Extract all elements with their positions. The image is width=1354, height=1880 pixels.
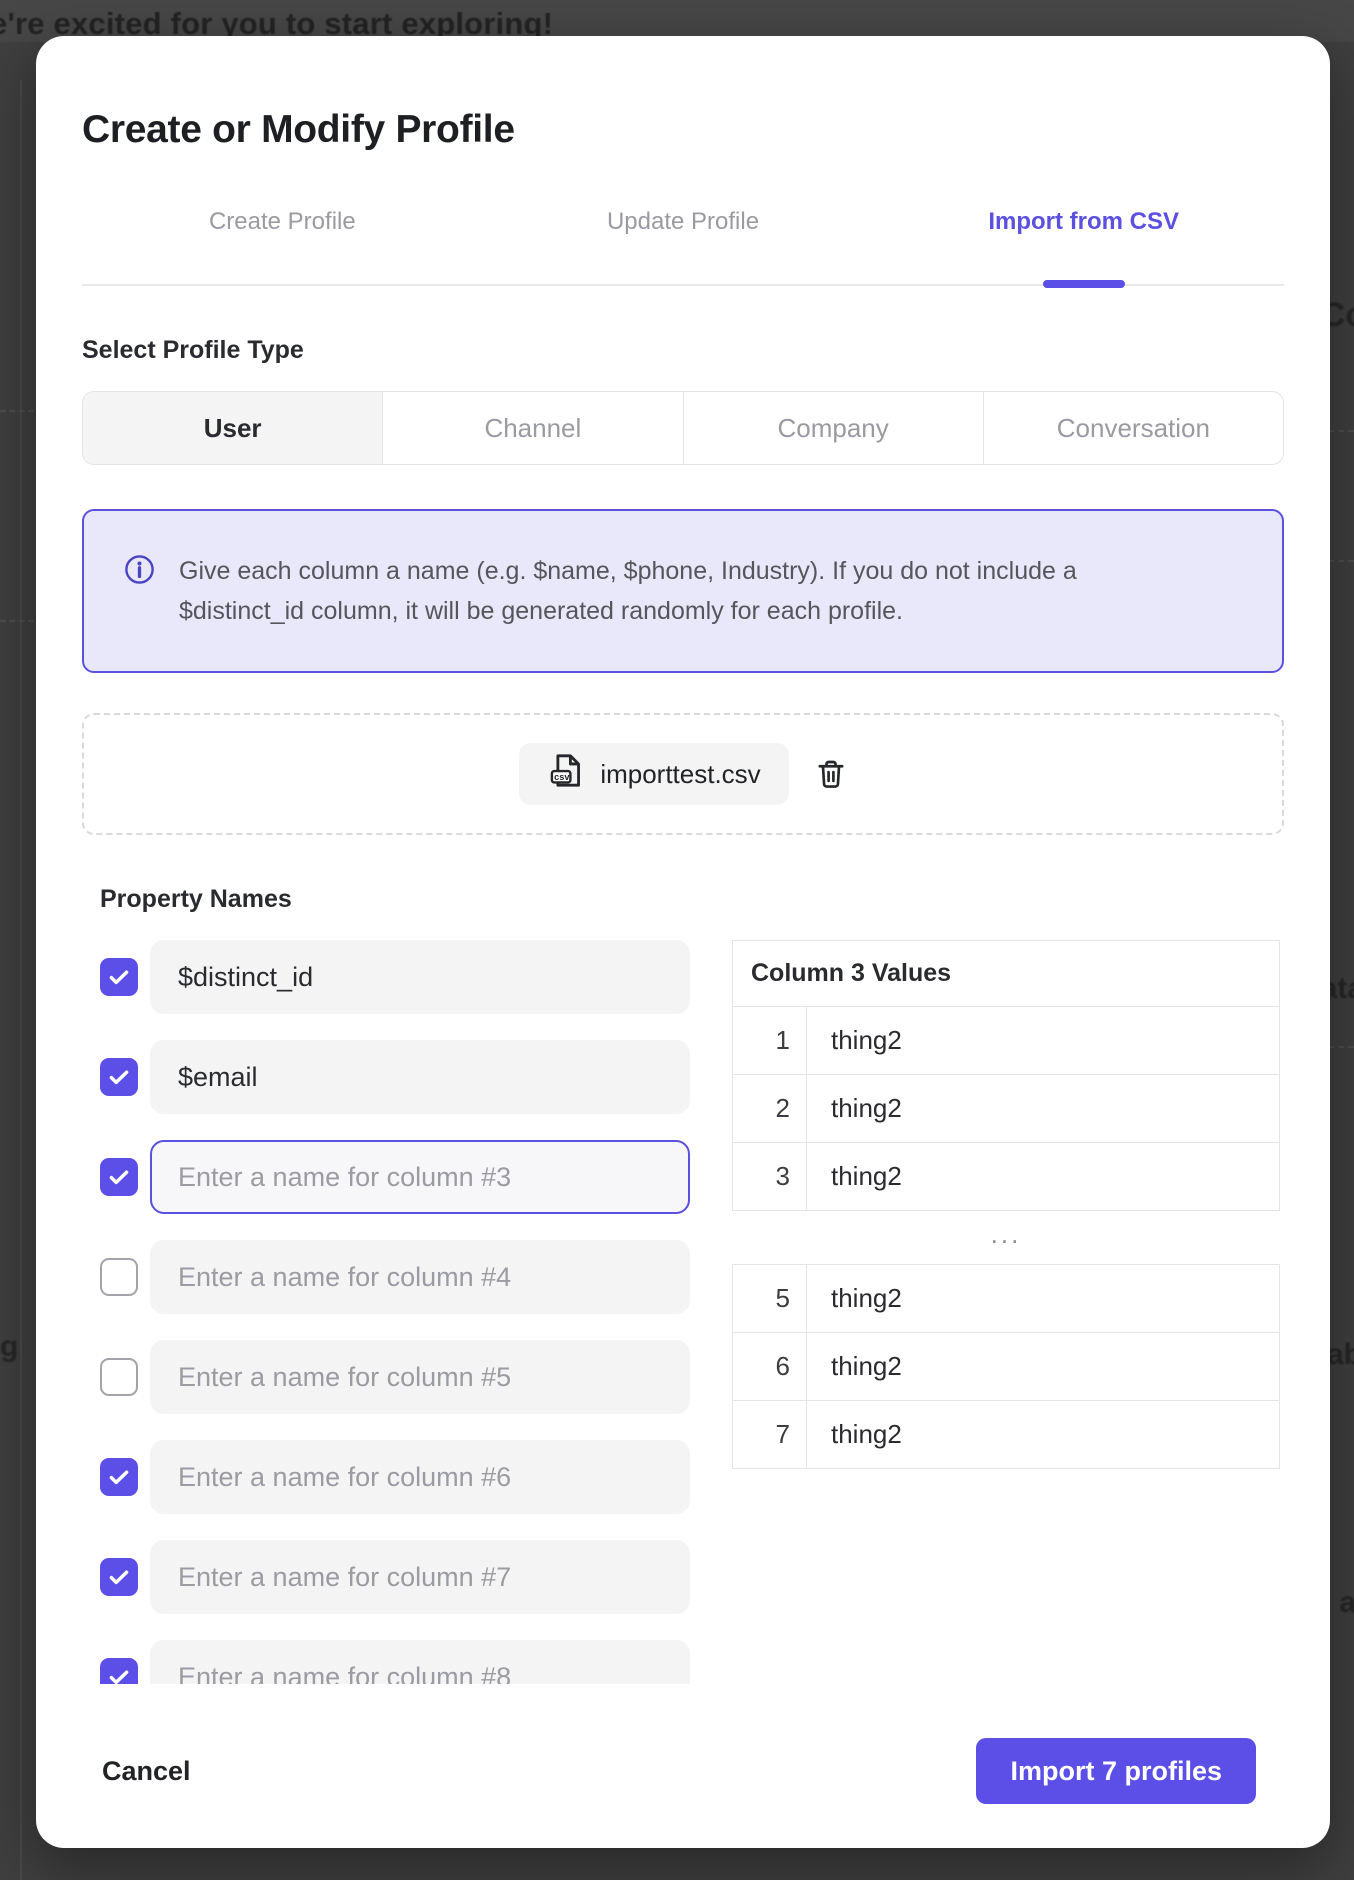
create-or-modify-profile-modal: Create or Modify Profile Create Profile … — [36, 36, 1330, 1848]
profile-type-channel[interactable]: Channel — [382, 392, 682, 464]
column-4-name-input[interactable] — [150, 1240, 690, 1314]
column-5-checkbox[interactable] — [100, 1358, 138, 1396]
modal-footer: Cancel Import 7 profiles — [82, 1738, 1284, 1804]
values-table-header: Column 3 Values — [733, 941, 1280, 1007]
dimmed-fragment: a — [1339, 1586, 1354, 1620]
dimmed-page-line — [0, 620, 34, 622]
column-values-preview: Column 3 Values 1 thing2 2 thing2 3 thin… — [732, 940, 1280, 1684]
property-row-5 — [100, 1340, 690, 1414]
cancel-button[interactable]: Cancel — [102, 1756, 191, 1787]
property-row-8 — [100, 1640, 690, 1684]
row-value: thing2 — [807, 1265, 1280, 1333]
uploaded-file-chip: csv importtest.csv — [519, 743, 788, 805]
csv-file-icon: csv — [547, 752, 584, 796]
tab-create-profile[interactable]: Create Profile — [82, 208, 483, 284]
profile-type-segmented-control: User Channel Company Conversation — [82, 391, 1284, 465]
column-4-checkbox[interactable] — [100, 1258, 138, 1296]
property-row-7 — [100, 1540, 690, 1614]
column-1-checkbox[interactable] — [100, 958, 138, 996]
info-icon — [124, 554, 155, 590]
property-row-3 — [100, 1140, 690, 1214]
modal-tab-bar: Create Profile Update Profile Import fro… — [82, 208, 1284, 286]
row-index: 7 — [733, 1401, 807, 1469]
uploaded-file-name: importtest.csv — [600, 759, 760, 790]
delete-file-trash-icon[interactable] — [815, 758, 847, 790]
column-5-name-input[interactable] — [150, 1340, 690, 1414]
property-row-6 — [100, 1440, 690, 1514]
rows-ellipsis: ... — [732, 1211, 1280, 1264]
table-row: 3 thing2 — [733, 1143, 1280, 1211]
svg-text:csv: csv — [554, 772, 570, 782]
row-value: thing2 — [807, 1333, 1280, 1401]
dimmed-page-line — [0, 410, 34, 412]
tab-update-profile[interactable]: Update Profile — [483, 208, 884, 284]
row-value: thing2 — [807, 1143, 1280, 1211]
dimmed-page-line — [1328, 430, 1354, 432]
column-3-name-input[interactable] — [150, 1140, 690, 1214]
select-profile-type-label: Select Profile Type — [82, 336, 1284, 365]
profile-type-conversation[interactable]: Conversation — [983, 392, 1283, 464]
table-row: 2 thing2 — [733, 1075, 1280, 1143]
csv-drop-area[interactable]: csv importtest.csv — [82, 713, 1284, 835]
import-profiles-button[interactable]: Import 7 profiles — [976, 1738, 1256, 1804]
column-3-checkbox[interactable] — [100, 1158, 138, 1196]
column-values-table-top: Column 3 Values 1 thing2 2 thing2 3 thin… — [732, 940, 1280, 1211]
row-value: thing2 — [807, 1007, 1280, 1075]
tab-import-from-csv[interactable]: Import from CSV — [883, 208, 1284, 284]
column-7-checkbox[interactable] — [100, 1558, 138, 1596]
row-index: 6 — [733, 1333, 807, 1401]
column-6-checkbox[interactable] — [100, 1458, 138, 1496]
row-index: 3 — [733, 1143, 807, 1211]
column-7-name-input[interactable] — [150, 1540, 690, 1614]
dimmed-fragment: g — [0, 1330, 18, 1364]
table-row: 6 thing2 — [733, 1333, 1280, 1401]
column-values-table-bottom: 5 thing2 6 thing2 7 thing2 — [732, 1264, 1280, 1469]
column-6-name-input[interactable] — [150, 1440, 690, 1514]
dimmed-page-line — [1328, 1046, 1354, 1048]
dimmed-page-line — [1328, 560, 1354, 562]
info-banner-text: Give each column a name (e.g. $name, $ph… — [179, 551, 1099, 631]
row-index: 5 — [733, 1265, 807, 1333]
column-2-checkbox[interactable] — [100, 1058, 138, 1096]
property-name-list — [100, 940, 690, 1684]
row-index: 2 — [733, 1075, 807, 1143]
property-row-1 — [100, 940, 690, 1014]
table-row: 7 thing2 — [733, 1401, 1280, 1469]
table-row: 5 thing2 — [733, 1265, 1280, 1333]
info-banner: Give each column a name (e.g. $name, $ph… — [82, 509, 1284, 673]
table-row: 1 thing2 — [733, 1007, 1280, 1075]
row-value: thing2 — [807, 1401, 1280, 1469]
property-row-4 — [100, 1240, 690, 1314]
row-index: 1 — [733, 1007, 807, 1075]
column-8-name-input[interactable] — [150, 1640, 690, 1684]
modal-title: Create or Modify Profile — [82, 108, 1284, 152]
column-1-name-input[interactable] — [150, 940, 690, 1014]
property-row-2 — [100, 1040, 690, 1114]
column-2-name-input[interactable] — [150, 1040, 690, 1114]
profile-type-company[interactable]: Company — [683, 392, 983, 464]
dimmed-page-divider — [20, 80, 22, 1880]
column-8-checkbox[interactable] — [100, 1658, 138, 1684]
row-value: thing2 — [807, 1075, 1280, 1143]
import-mapping-area: Column 3 Values 1 thing2 2 thing2 3 thin… — [100, 940, 1284, 1684]
property-names-label: Property Names — [100, 885, 1284, 914]
profile-type-user[interactable]: User — [83, 392, 382, 464]
